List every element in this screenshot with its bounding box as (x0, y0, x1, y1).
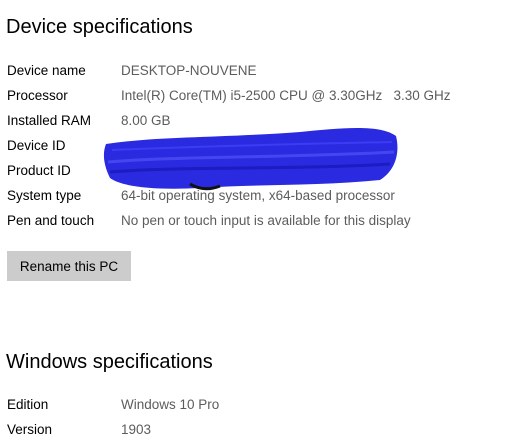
spec-row-device-name: Device name DESKTOP-NOUVENE (7, 60, 507, 82)
spec-value: No pen or touch input is available for t… (121, 213, 411, 228)
spec-value: DESKTOP-NOUVENE (121, 63, 257, 78)
spec-label: Processor (7, 88, 68, 103)
spec-row-processor: Processor Intel(R) Core(TM) i5-2500 CPU … (7, 85, 507, 107)
spec-label: Installed RAM (7, 113, 92, 128)
spec-label: Device ID (7, 138, 66, 153)
spec-label: Product ID (7, 163, 71, 178)
settings-about-page: Device specifications Device name DESKTO… (0, 0, 512, 442)
spec-label: System type (7, 188, 82, 203)
spec-label: Version (7, 422, 53, 437)
spec-value: Intel(R) Core(TM) i5-2500 CPU @ 3.30GHz … (121, 88, 451, 103)
device-specifications-heading: Device specifications (6, 16, 193, 38)
rename-this-pc-button[interactable]: Rename this PC (7, 251, 131, 281)
spec-label: Device name (7, 63, 86, 78)
spec-label: Pen and touch (7, 213, 95, 228)
spec-value: Windows 10 Pro (121, 397, 220, 412)
spec-value: 1903 (121, 422, 152, 437)
spec-row-edition: Edition Windows 10 Pro (7, 394, 507, 416)
spec-row-pen-and-touch: Pen and touch No pen or touch input is a… (7, 210, 507, 232)
spec-label: Edition (7, 397, 49, 412)
windows-specifications-heading: Windows specifications (6, 351, 213, 373)
spec-row-version: Version 1903 (7, 419, 507, 441)
redaction-scribble (103, 128, 398, 191)
